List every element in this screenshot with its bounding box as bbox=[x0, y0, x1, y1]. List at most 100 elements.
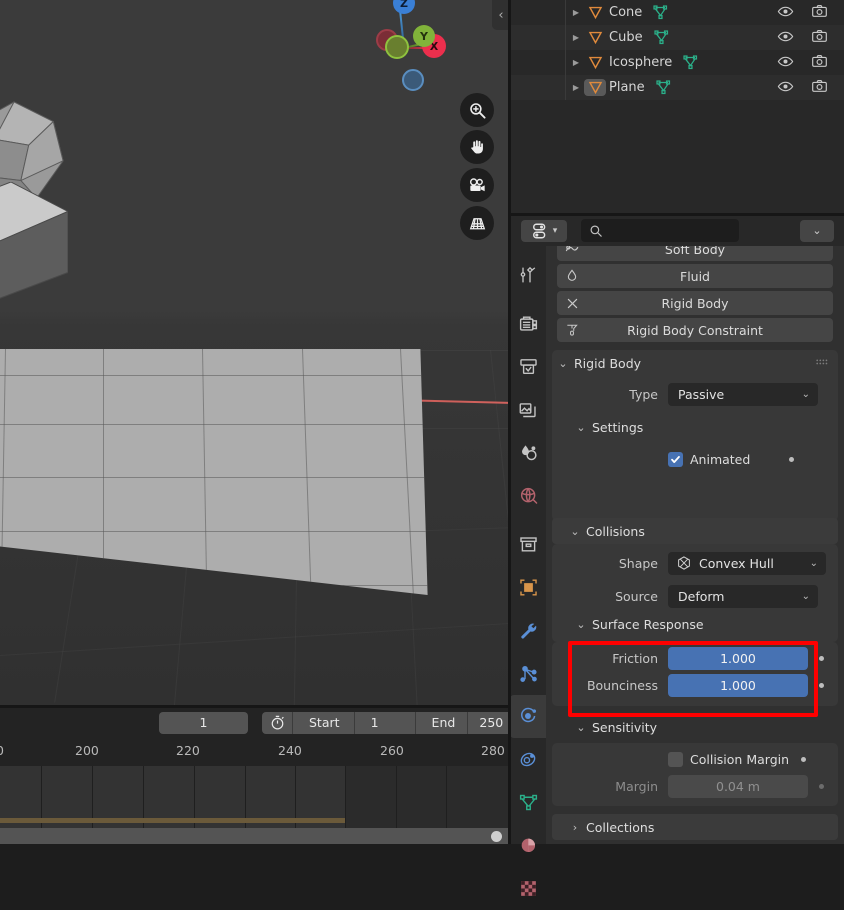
properties-body[interactable]: Soft Body Fluid Rigid Body Rigid Body Co… bbox=[546, 246, 844, 844]
outliner-row-icosphere[interactable]: ▶ Icosphere bbox=[510, 50, 844, 75]
animate-property-dot[interactable] bbox=[819, 784, 824, 789]
hand-icon[interactable] bbox=[460, 130, 494, 164]
mesh-data-icon[interactable] bbox=[655, 79, 672, 96]
friction-slider[interactable]: 1.000 bbox=[668, 647, 808, 670]
animate-property-dot[interactable] bbox=[819, 683, 824, 688]
timeline-track-area[interactable]: ‹ bbox=[0, 766, 510, 828]
physics-button-fluid[interactable]: Fluid bbox=[557, 264, 833, 288]
filter-dropdown-button[interactable]: ⌄ bbox=[800, 220, 834, 242]
mesh-object-icon[interactable] bbox=[584, 29, 606, 46]
tab-tool[interactable] bbox=[510, 253, 546, 296]
properties-tab-column[interactable] bbox=[510, 246, 546, 844]
search-input[interactable] bbox=[581, 219, 739, 242]
animate-property-dot[interactable] bbox=[801, 757, 806, 762]
surface-response-subpanel-header[interactable]: ⌄ Surface Response bbox=[570, 612, 704, 636]
triangle-right-icon[interactable]: ▶ bbox=[568, 33, 584, 42]
properties-editor-icon[interactable]: ▾ bbox=[521, 220, 567, 242]
shape-row: Shape Convex Hull ⌄ bbox=[552, 552, 838, 574]
mesh-object-icon[interactable] bbox=[584, 79, 606, 96]
horizontal-area-divider[interactable] bbox=[0, 705, 510, 708]
timeline-ruler[interactable]: 0 200 220 240 260 280 bbox=[0, 738, 510, 766]
friction-row: Friction 1.000 bbox=[552, 647, 838, 669]
tab-scene[interactable] bbox=[510, 431, 546, 474]
animated-checkbox[interactable] bbox=[668, 452, 683, 467]
triangle-right-icon[interactable]: ▶ bbox=[568, 58, 584, 67]
tab-world[interactable] bbox=[510, 474, 546, 517]
navigation-gizmo[interactable]: X Y Z bbox=[358, 2, 450, 94]
outliner-item-label[interactable]: Cube bbox=[606, 30, 643, 45]
zoom-icon[interactable] bbox=[460, 93, 494, 127]
outliner-item-label[interactable]: Plane bbox=[606, 80, 645, 95]
mesh-object-icon[interactable] bbox=[584, 4, 606, 21]
margin-field[interactable]: 0.04 m bbox=[668, 775, 808, 798]
outliner-item-label[interactable]: Cone bbox=[606, 5, 642, 20]
eye-icon[interactable] bbox=[777, 78, 794, 98]
camera-icon[interactable] bbox=[811, 53, 828, 73]
tab-object-data[interactable] bbox=[510, 781, 546, 824]
animate-property-dot[interactable] bbox=[789, 457, 794, 462]
outliner-item-label[interactable]: Icosphere bbox=[606, 55, 672, 70]
eye-icon[interactable] bbox=[777, 28, 794, 48]
bounciness-row: Bounciness 1.000 bbox=[552, 674, 838, 696]
outliner-editor[interactable]: ▶ Cone ▶ Cube bbox=[510, 0, 844, 215]
images-layer-icon bbox=[518, 399, 539, 420]
mesh-data-icon[interactable] bbox=[653, 29, 670, 46]
sensitivity-subpanel-header[interactable]: ⌄ Sensitivity bbox=[570, 715, 657, 739]
tab-collection[interactable] bbox=[510, 523, 546, 566]
outliner-row-cone[interactable]: ▶ Cone bbox=[510, 0, 844, 25]
collections-subpanel-header[interactable]: › Collections bbox=[552, 814, 838, 840]
tab-view-layer[interactable] bbox=[510, 388, 546, 431]
mesh-object-icon[interactable] bbox=[584, 54, 606, 71]
collision-margin-checkbox[interactable] bbox=[668, 752, 683, 767]
sensitivity-panel: Collision Margin Margin 0.04 m bbox=[552, 743, 838, 806]
start-frame-value[interactable]: 1 bbox=[355, 712, 416, 734]
type-dropdown[interactable]: Passive ⌄ bbox=[668, 383, 818, 406]
triangle-right-icon[interactable]: ▶ bbox=[568, 83, 584, 92]
animate-property-dot[interactable] bbox=[819, 656, 824, 661]
outliner-row-cube[interactable]: ▶ Cube bbox=[510, 25, 844, 50]
mesh-data-icon[interactable] bbox=[652, 4, 669, 21]
cube-object[interactable] bbox=[0, 182, 68, 300]
tab-object[interactable] bbox=[510, 566, 546, 609]
orthographic-grid-icon[interactable] bbox=[460, 206, 494, 240]
physics-button-rigid-body-constraint[interactable]: Rigid Body Constraint bbox=[557, 318, 833, 342]
stopwatch-icon[interactable] bbox=[262, 712, 293, 734]
tab-output[interactable] bbox=[510, 345, 546, 388]
physics-button-rigid-body[interactable]: Rigid Body bbox=[557, 291, 833, 315]
horizontal-area-divider[interactable] bbox=[510, 213, 844, 216]
timeline-horizontal-scrollbar[interactable] bbox=[0, 828, 510, 844]
camera-view-icon[interactable] bbox=[460, 168, 494, 202]
current-frame-field[interactable]: 1 bbox=[159, 712, 248, 734]
properties-editor[interactable]: ▾ ⌄ bbox=[510, 215, 844, 844]
3d-viewport[interactable]: X Y Z ‹ bbox=[0, 0, 510, 707]
tab-texture[interactable] bbox=[510, 867, 546, 910]
physics-button-soft-body[interactable]: Soft Body bbox=[557, 246, 833, 261]
scrollbar-handle[interactable] bbox=[491, 831, 502, 842]
timeline-editor[interactable]: 1 Start 1 End 250 0 200 220 240 260 280 bbox=[0, 707, 510, 844]
eye-icon[interactable] bbox=[777, 53, 794, 73]
rigid-body-panel-header[interactable]: ⌄ Rigid Body bbox=[552, 350, 838, 377]
settings-subpanel-header[interactable]: ⌄ Settings bbox=[570, 415, 643, 439]
gizmo-axis-neg-z[interactable] bbox=[402, 69, 424, 91]
tab-physics[interactable] bbox=[510, 695, 546, 738]
outliner-row-plane[interactable]: ▶ Plane bbox=[510, 75, 844, 100]
camera-icon[interactable] bbox=[811, 3, 828, 23]
bounciness-slider[interactable]: 1.000 bbox=[668, 674, 808, 697]
tab-object-constraints[interactable] bbox=[510, 738, 546, 781]
vertical-area-divider[interactable] bbox=[508, 0, 511, 844]
tab-particles[interactable] bbox=[510, 652, 546, 695]
eye-icon[interactable] bbox=[777, 3, 794, 23]
drag-grip-icon[interactable] bbox=[816, 359, 828, 368]
triangle-right-icon[interactable]: ▶ bbox=[568, 8, 584, 17]
tab-material[interactable] bbox=[510, 824, 546, 867]
mesh-data-icon[interactable] bbox=[682, 54, 699, 71]
shape-dropdown[interactable]: Convex Hull ⌄ bbox=[668, 552, 826, 575]
source-dropdown[interactable]: Deform ⌄ bbox=[668, 585, 818, 608]
tab-render[interactable] bbox=[510, 302, 546, 345]
camera-icon[interactable] bbox=[811, 28, 828, 48]
ruler-tick: 220 bbox=[176, 743, 200, 758]
camera-icon[interactable] bbox=[811, 78, 828, 98]
collisions-subpanel-header[interactable]: ⌄ Collisions bbox=[552, 518, 838, 544]
tab-modifiers[interactable] bbox=[510, 609, 546, 652]
gizmo-axis-neg-y[interactable] bbox=[385, 35, 409, 59]
